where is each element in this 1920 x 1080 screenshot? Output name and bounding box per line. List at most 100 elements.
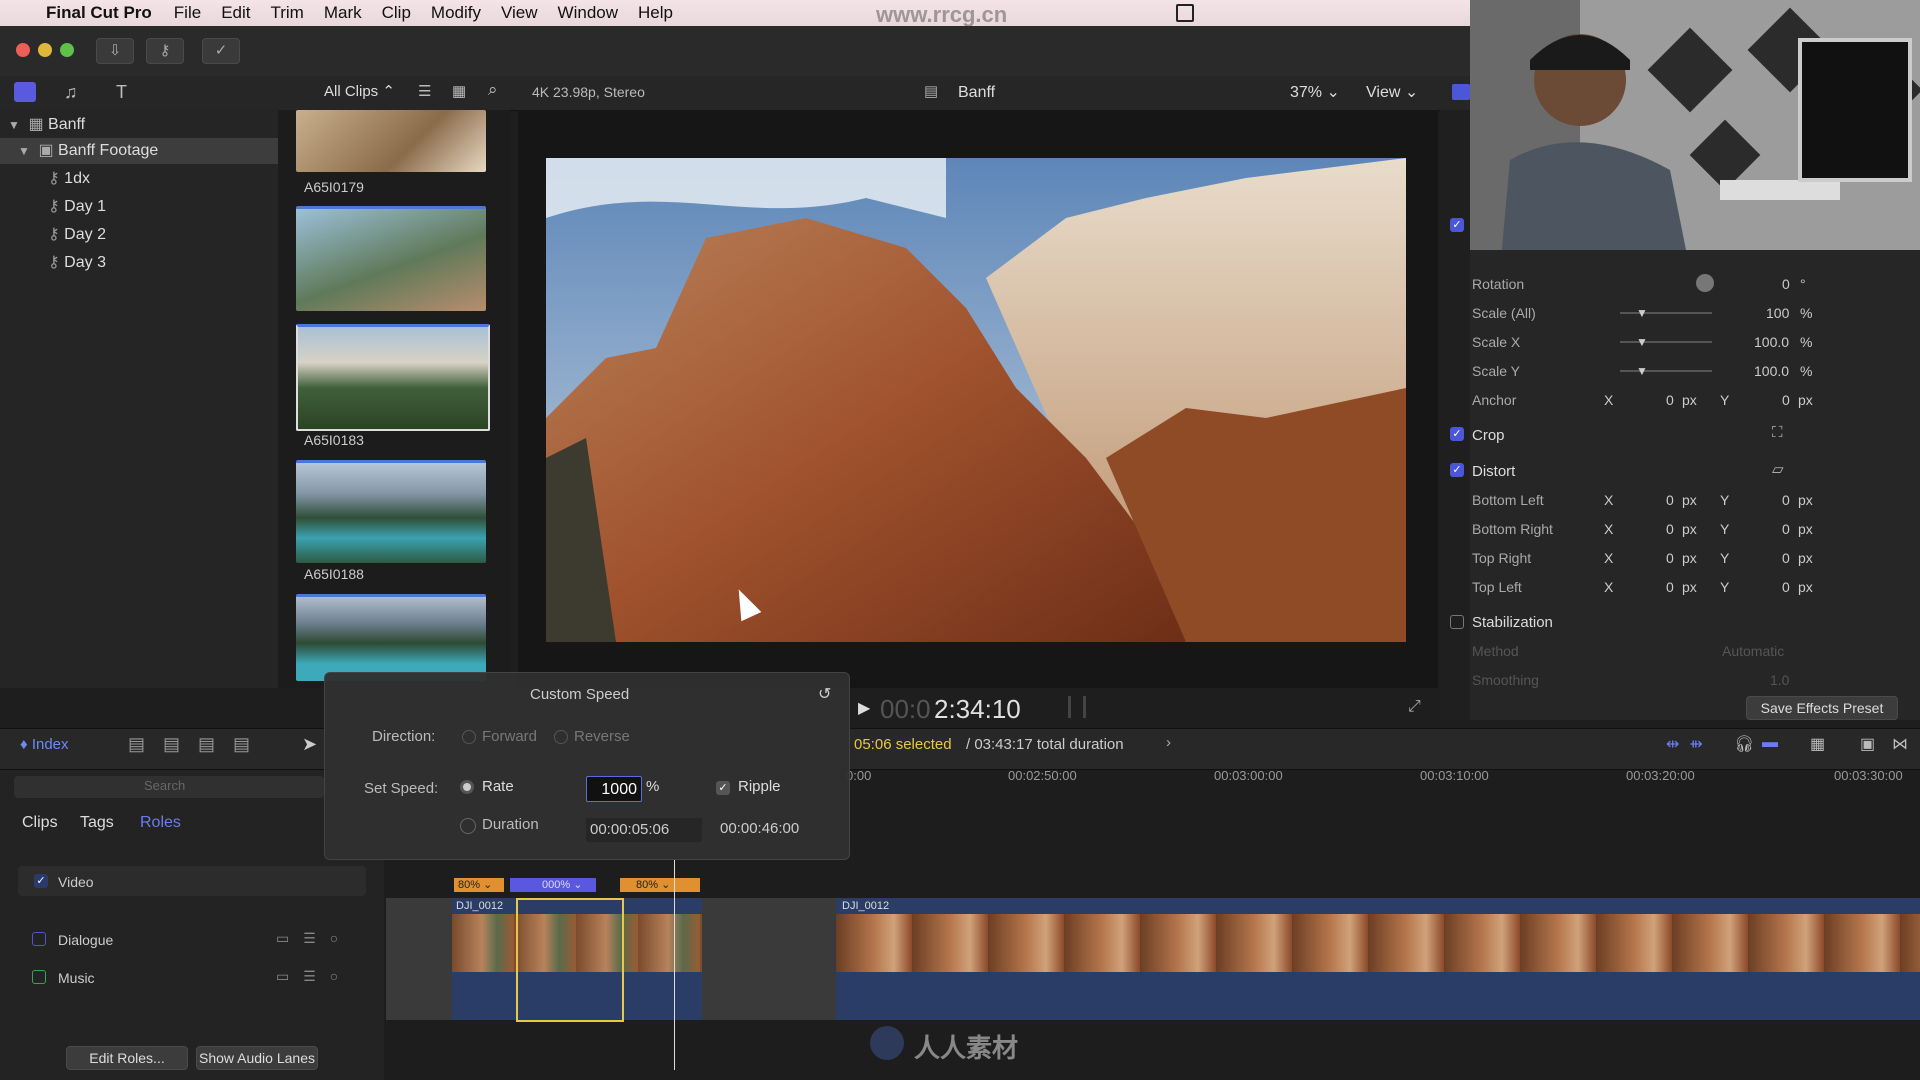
background-tasks-icon[interactable]: ✓	[202, 38, 240, 64]
event-banff-footage[interactable]: ▼ ▣ Banff Footage	[0, 138, 278, 164]
scale-x-value[interactable]: 100.0	[1754, 334, 1789, 350]
transform-checkbox[interactable]: ✓	[1450, 218, 1464, 232]
reverse-radio[interactable]	[554, 730, 568, 744]
scale-x-slider[interactable]	[1620, 341, 1712, 343]
minimize-window-button[interactable]	[38, 43, 52, 57]
scale-all-slider[interactable]	[1620, 312, 1712, 314]
timeline-controls[interactable]: ⇹⇻	[1666, 734, 1713, 754]
menu-clip[interactable]: Clip	[382, 3, 411, 23]
speed-tag[interactable]: 80% ⌄	[454, 878, 504, 892]
crop-checkbox[interactable]: ✓	[1450, 427, 1464, 441]
filmstrip-icon[interactable]: ▦	[452, 82, 466, 100]
tab-roles[interactable]: Roles	[140, 814, 181, 832]
smoothing-value[interactable]: 1.0	[1770, 672, 1789, 688]
distort-icon[interactable]: ▱	[1772, 460, 1784, 478]
rate-input[interactable]: 1000	[586, 776, 642, 802]
bottom-left-x[interactable]: 0	[1666, 492, 1674, 508]
distort-checkbox[interactable]: ✓	[1450, 463, 1464, 477]
clip-thumbnail[interactable]	[296, 594, 486, 681]
play-icon[interactable]: ▶	[858, 698, 870, 718]
app-menu[interactable]: Final Cut Pro	[46, 3, 152, 23]
speed-tag-selected[interactable]: 000% ⌄	[510, 878, 596, 892]
gap-clip[interactable]	[702, 898, 836, 1020]
all-clips-filter[interactable]: All Clips ⌃	[324, 82, 395, 100]
menu-modify[interactable]: Modify	[431, 3, 481, 23]
playhead[interactable]	[674, 860, 675, 1070]
top-right-y[interactable]: 0	[1782, 550, 1790, 566]
role-checkbox[interactable]: ✓	[34, 874, 48, 888]
disclosure-icon[interactable]: ▼	[8, 112, 24, 138]
role-checkbox[interactable]	[32, 932, 46, 946]
role-checkbox[interactable]	[32, 970, 46, 984]
photos-audio-icon[interactable]: ♫	[64, 82, 78, 103]
transitions-icon[interactable]: ⋈	[1892, 734, 1908, 754]
duration-input[interactable]: 00:00:05:06	[586, 818, 702, 842]
role-lane-icons[interactable]: ▭☰○	[276, 968, 352, 985]
top-left-x[interactable]: 0	[1666, 579, 1674, 595]
search-icon[interactable]: ⌕	[488, 80, 498, 100]
clip-thumbnail[interactable]	[296, 460, 486, 563]
menu-help[interactable]: Help	[638, 3, 673, 23]
clip-thumbnail-selected[interactable]	[296, 324, 490, 431]
close-window-button[interactable]	[16, 43, 30, 57]
rotation-value[interactable]: 0	[1782, 276, 1790, 292]
clip-appearance-icon[interactable]: ▦	[1810, 734, 1825, 754]
clip-thumbnail[interactable]	[296, 206, 486, 311]
anchor-x-value[interactable]: 0	[1666, 392, 1674, 408]
skimming-icon[interactable]: ▬	[1762, 734, 1778, 752]
speed-tag[interactable]: 80% ⌄	[620, 878, 700, 892]
crop-icon[interactable]: ⛶	[1772, 424, 1783, 441]
inspector-toggle-icon[interactable]	[1452, 84, 1470, 100]
tab-tags[interactable]: Tags	[80, 814, 114, 832]
role-lane-icons[interactable]: ▭☰○	[276, 930, 352, 947]
scale-y-value[interactable]: 100.0	[1754, 363, 1789, 379]
import-icon[interactable]: ⇩	[96, 38, 134, 64]
save-effects-preset-button[interactable]: Save Effects Preset	[1746, 696, 1898, 720]
forward-radio[interactable]	[462, 730, 476, 744]
bottom-right-y[interactable]: 0	[1782, 521, 1790, 537]
fullscreen-icon[interactable]: ⤢	[1408, 698, 1421, 716]
tab-clips[interactable]: Clips	[22, 814, 58, 832]
rate-radio[interactable]	[460, 780, 474, 794]
select-tool-icon[interactable]: ➤	[302, 734, 317, 755]
rotation-dial[interactable]	[1696, 274, 1714, 292]
menu-window[interactable]: Window	[558, 3, 618, 23]
top-right-x[interactable]: 0	[1666, 550, 1674, 566]
zoom-window-button[interactable]	[60, 43, 74, 57]
list-view-icon[interactable]: ☰	[418, 82, 431, 100]
zoom-popup[interactable]: 37% ⌄	[1290, 82, 1340, 102]
scale-all-value[interactable]: 100	[1766, 305, 1789, 321]
keyword-icon[interactable]: ⚷	[146, 38, 184, 64]
clip-thumbnail[interactable]	[296, 110, 486, 172]
anchor-y-value[interactable]: 0	[1782, 392, 1790, 408]
edit-buttons[interactable]: ▤▤▤▤	[128, 734, 268, 755]
effects-browser-icon[interactable]: ▣	[1860, 734, 1875, 754]
slider-knob[interactable]: ▼	[1636, 335, 1648, 349]
reset-icon[interactable]: ↺	[818, 684, 831, 704]
scale-y-slider[interactable]	[1620, 370, 1712, 372]
stabilization-checkbox[interactable]	[1450, 615, 1464, 629]
edit-roles-button[interactable]: Edit Roles...	[66, 1046, 188, 1070]
menu-view[interactable]: View	[501, 3, 538, 23]
ripple-checkbox[interactable]: ✓	[716, 781, 730, 795]
menu-mark[interactable]: Mark	[324, 3, 362, 23]
menu-file[interactable]: File	[174, 3, 201, 23]
index-button[interactable]: ♦ Index	[20, 736, 69, 753]
titles-generators-icon[interactable]: T	[116, 82, 127, 103]
bottom-right-x[interactable]: 0	[1666, 521, 1674, 537]
libraries-icon[interactable]	[14, 82, 36, 102]
library-banff[interactable]: ▼ ▦ Banff	[0, 112, 278, 138]
chevron-right-icon[interactable]: ›	[1166, 734, 1171, 751]
menu-edit[interactable]: Edit	[221, 3, 250, 23]
clip-selection[interactable]	[516, 898, 624, 1022]
show-audio-lanes-button[interactable]: Show Audio Lanes	[196, 1046, 318, 1070]
method-value[interactable]: Automatic	[1722, 643, 1784, 659]
duration-radio[interactable]	[460, 818, 476, 834]
gap-clip[interactable]	[386, 898, 452, 1020]
top-left-y[interactable]: 0	[1782, 579, 1790, 595]
headphones-icon[interactable]: 🎧︎	[1734, 734, 1754, 754]
slider-knob[interactable]: ▼	[1636, 364, 1648, 378]
bottom-left-y[interactable]: 0	[1782, 492, 1790, 508]
slider-knob[interactable]: ▼	[1636, 306, 1648, 320]
disclosure-icon[interactable]: ▼	[18, 138, 34, 164]
